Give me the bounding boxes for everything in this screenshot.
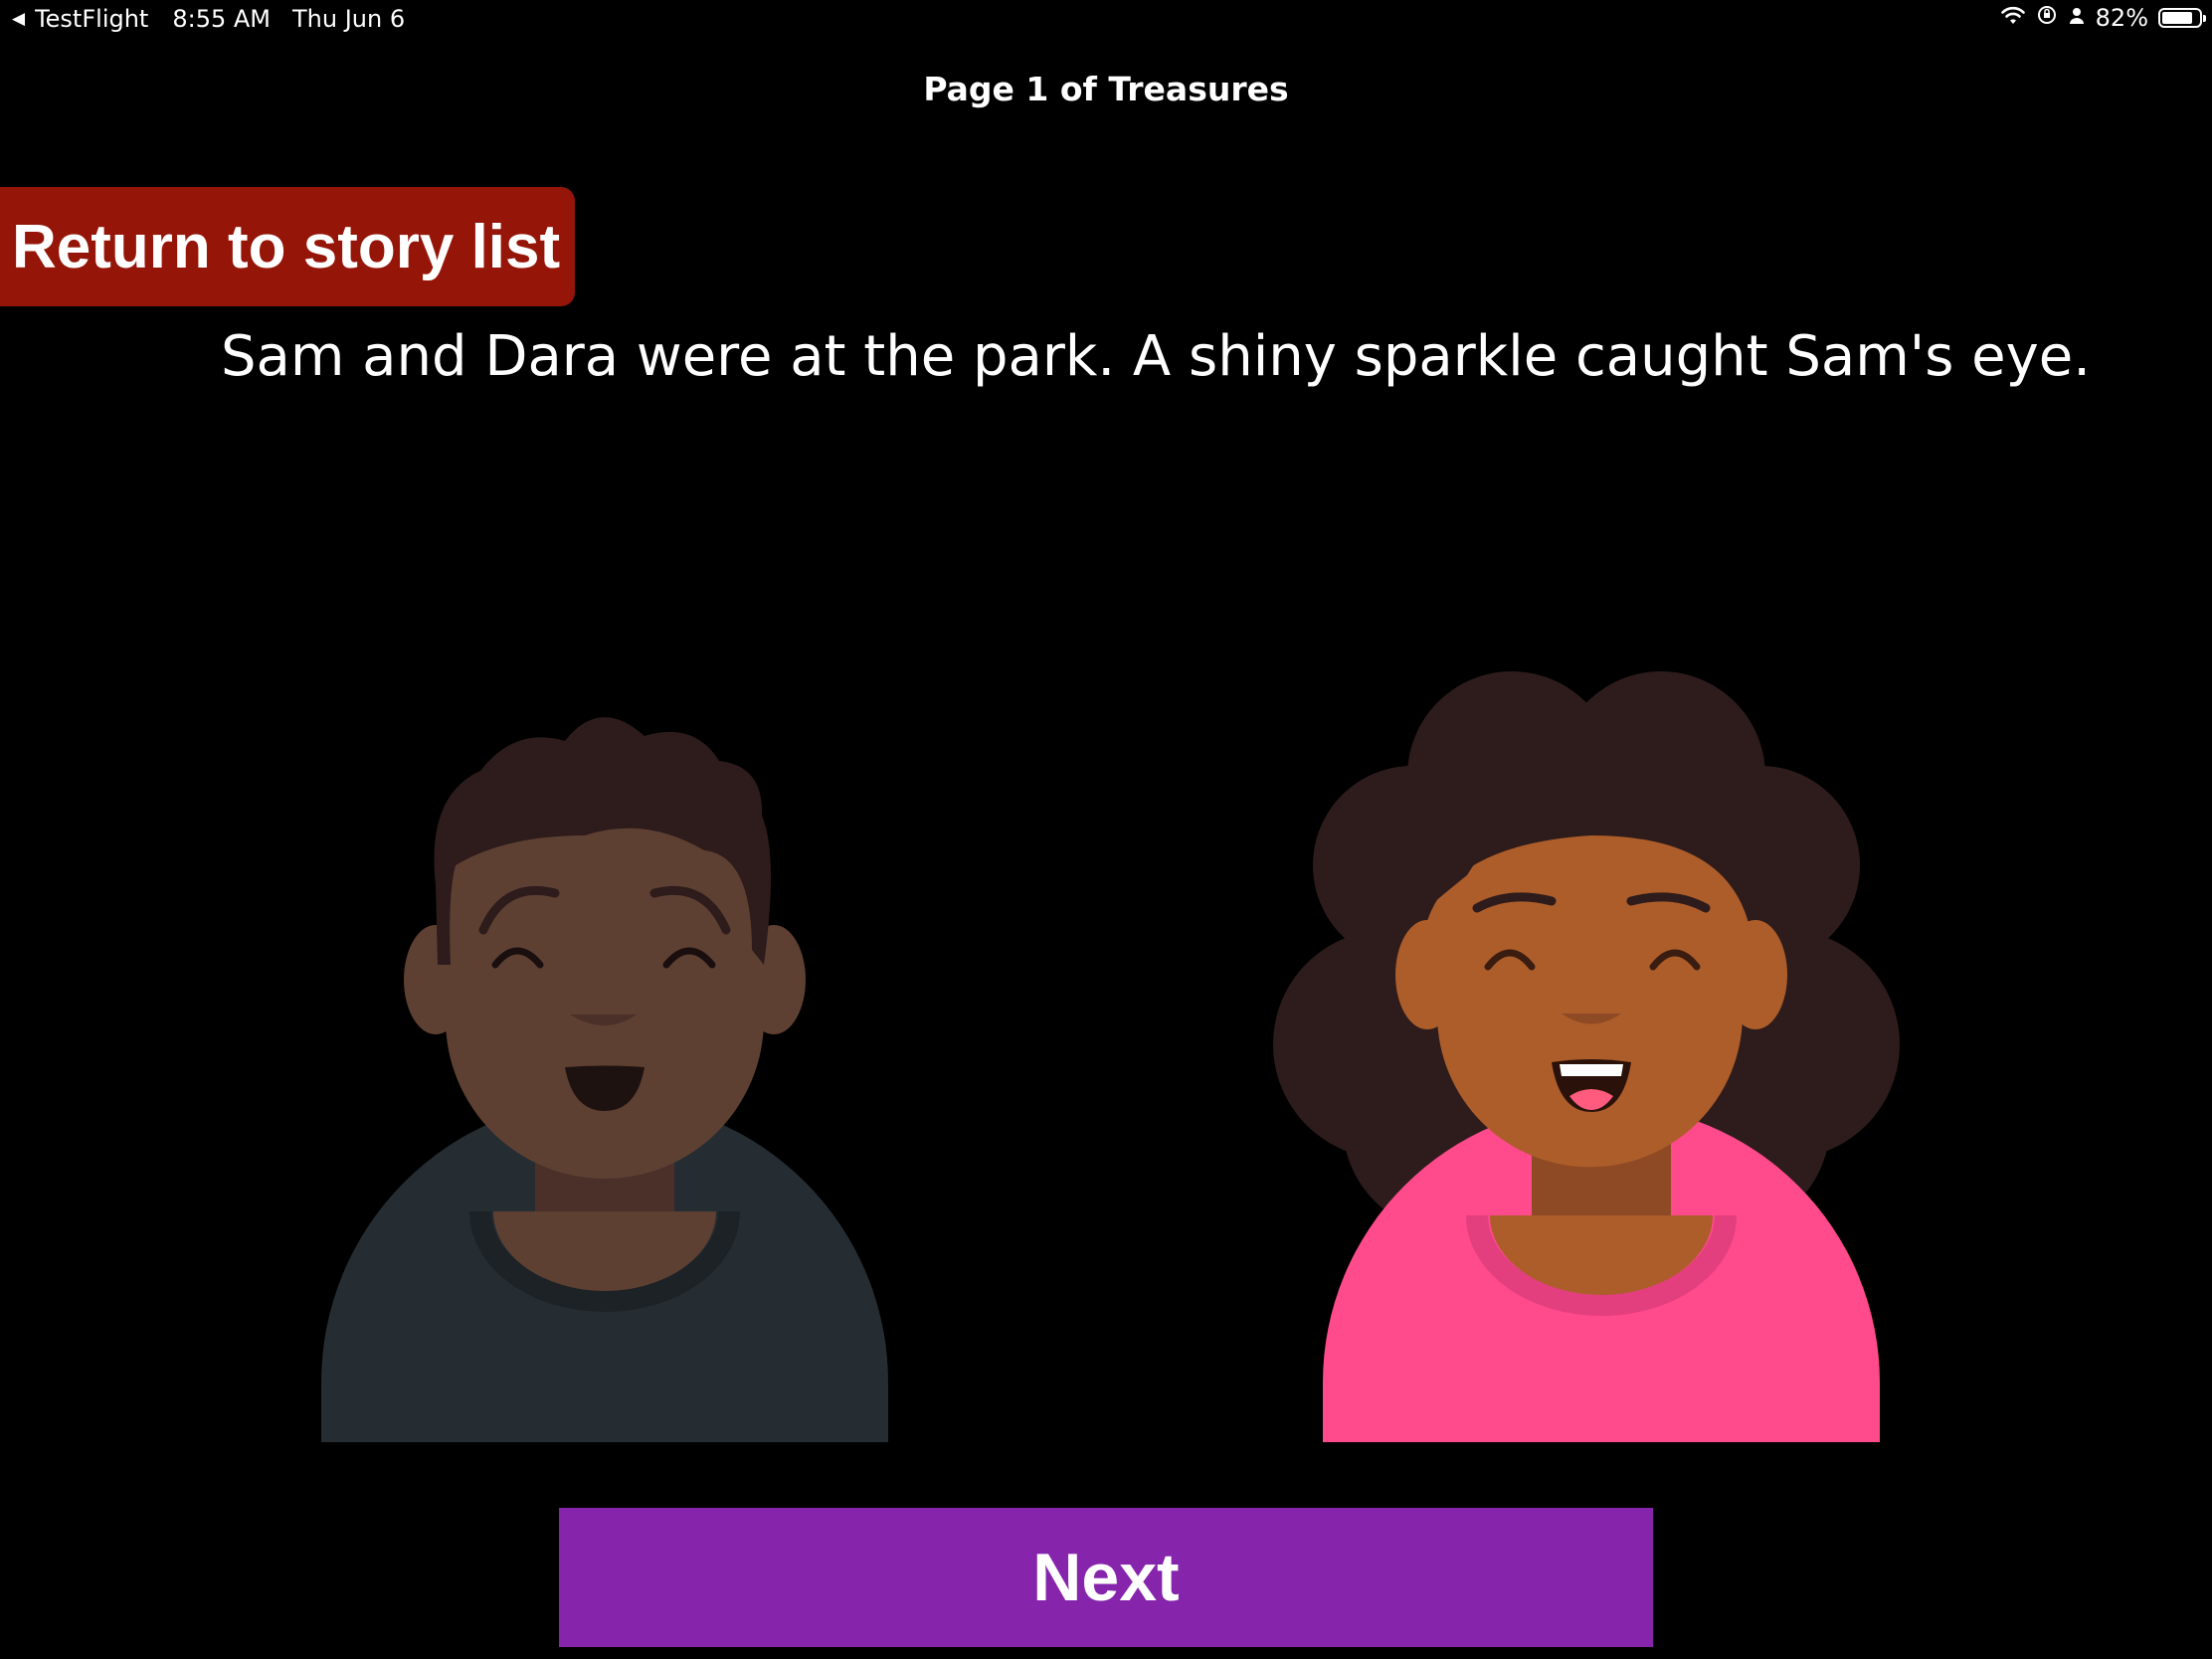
wifi-icon: [2000, 4, 2026, 32]
dara-avatar: [1263, 666, 1939, 1442]
orientation-lock-icon: [2036, 4, 2058, 32]
status-bar: ◀ TestFlight 8:55 AM Thu Jun 6 82%: [0, 0, 2212, 40]
next-button[interactable]: Next: [559, 1508, 1653, 1647]
person-icon: [2068, 4, 2086, 32]
story-text: Sam and Dara were at the park. A shiny s…: [220, 324, 2092, 389]
status-time: 8:55 AM: [172, 5, 271, 33]
status-date: Thu Jun 6: [292, 5, 406, 33]
status-bar-left: ◀ TestFlight 8:55 AM Thu Jun 6: [12, 5, 405, 33]
back-to-app-link[interactable]: TestFlight: [35, 5, 148, 33]
return-to-story-list-button[interactable]: Return to story list: [0, 187, 575, 306]
battery-icon: [2158, 8, 2206, 28]
battery-level-fill: [2162, 12, 2192, 24]
sam-avatar: [267, 666, 943, 1442]
status-bar-right: 82%: [1990, 4, 2206, 32]
page-title: Page 1 of Treasures: [923, 70, 1289, 108]
back-arrow-icon[interactable]: ◀: [12, 9, 25, 29]
battery-percent: 82%: [2095, 4, 2148, 32]
